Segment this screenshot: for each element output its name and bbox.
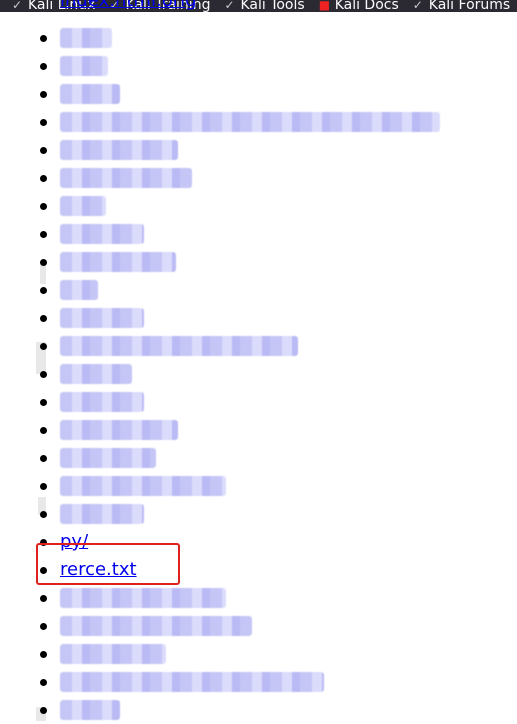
bullet-icon (40, 175, 47, 182)
bullet-icon (40, 679, 47, 686)
redacted-file-link[interactable] (60, 336, 298, 356)
redacted-file-link[interactable] (60, 84, 120, 104)
list-item (0, 136, 517, 164)
partial-top-link: index.html.orig (60, 0, 240, 18)
list-item (0, 220, 517, 248)
redacted-file-link[interactable] (60, 140, 178, 160)
bullet-icon (40, 259, 47, 266)
bullet-icon (40, 623, 47, 630)
bookmark-kali-forums[interactable]: ✓ Kali Forums (413, 0, 510, 12)
redacted-file-link[interactable] (60, 392, 144, 412)
bullet-icon (40, 147, 47, 154)
list-item (0, 640, 517, 668)
list-item (0, 500, 517, 528)
bookmark-kali-docs[interactable]: ■ Kali Docs (319, 0, 399, 12)
directory-listing: py/rerce.txt (0, 24, 517, 724)
redacted-file-link[interactable] (60, 308, 144, 328)
list-item (0, 584, 517, 612)
redacted-file-link[interactable] (60, 224, 144, 244)
list-item (0, 304, 517, 332)
redacted-file-link[interactable] (60, 588, 226, 608)
list-item (0, 416, 517, 444)
bullet-icon (40, 315, 47, 322)
bullet-icon (40, 63, 47, 70)
list-item (0, 668, 517, 696)
list-item (0, 276, 517, 304)
redacted-file-link[interactable] (60, 700, 120, 720)
bullet-icon (40, 651, 47, 658)
list-item (0, 248, 517, 276)
list-item (0, 444, 517, 472)
bullet-icon (40, 287, 47, 294)
bullet-icon (40, 399, 47, 406)
bullet-icon (40, 91, 47, 98)
list-item (0, 164, 517, 192)
redacted-file-link[interactable] (60, 616, 252, 636)
list-item (0, 388, 517, 416)
bookmark-label: Kali Docs (334, 0, 399, 12)
bullet-icon (40, 203, 47, 210)
kali-dragon-icon: ✓ (412, 0, 423, 12)
list-item (0, 24, 517, 52)
bullet-icon (40, 595, 47, 602)
list-item (0, 332, 517, 360)
list-item (0, 696, 517, 724)
kali-docs-icon: ■ (318, 0, 331, 12)
redacted-file-link[interactable] (60, 420, 178, 440)
partial-file-link[interactable]: index.html.orig (60, 0, 240, 11)
redacted-file-link[interactable] (60, 56, 108, 76)
list-item (0, 472, 517, 500)
bullet-icon (40, 343, 47, 350)
redacted-file-link[interactable] (60, 112, 440, 132)
redacted-file-link[interactable] (60, 364, 132, 384)
redacted-file-link[interactable] (60, 196, 106, 216)
list-item (0, 192, 517, 220)
bullet-icon (40, 455, 47, 462)
redacted-file-link[interactable] (60, 644, 166, 664)
bullet-icon (40, 231, 47, 238)
redacted-file-link[interactable] (60, 28, 112, 48)
bullet-icon (40, 483, 47, 490)
bullet-icon (40, 35, 47, 42)
redacted-file-link[interactable] (60, 280, 98, 300)
list-item (0, 108, 517, 136)
kali-dragon-icon: ✓ (12, 0, 23, 12)
bullet-icon (40, 371, 47, 378)
redacted-file-link[interactable] (60, 504, 144, 524)
bullet-icon (40, 427, 47, 434)
bullet-icon (40, 707, 47, 714)
redacted-file-link[interactable] (60, 448, 156, 468)
bookmark-label: Kali Forums (428, 0, 511, 12)
redacted-file-link[interactable] (60, 476, 226, 496)
redacted-file-link[interactable] (60, 252, 176, 272)
bullet-icon (40, 119, 47, 126)
list-item (0, 80, 517, 108)
list-item (0, 612, 517, 640)
list-item (0, 52, 517, 80)
redacted-file-link[interactable] (60, 168, 192, 188)
bookmark-label: Kali Tools (240, 0, 305, 12)
red-highlight-box (36, 543, 180, 585)
redacted-file-link[interactable] (60, 672, 324, 692)
list-item (0, 360, 517, 388)
bullet-icon (40, 511, 47, 518)
